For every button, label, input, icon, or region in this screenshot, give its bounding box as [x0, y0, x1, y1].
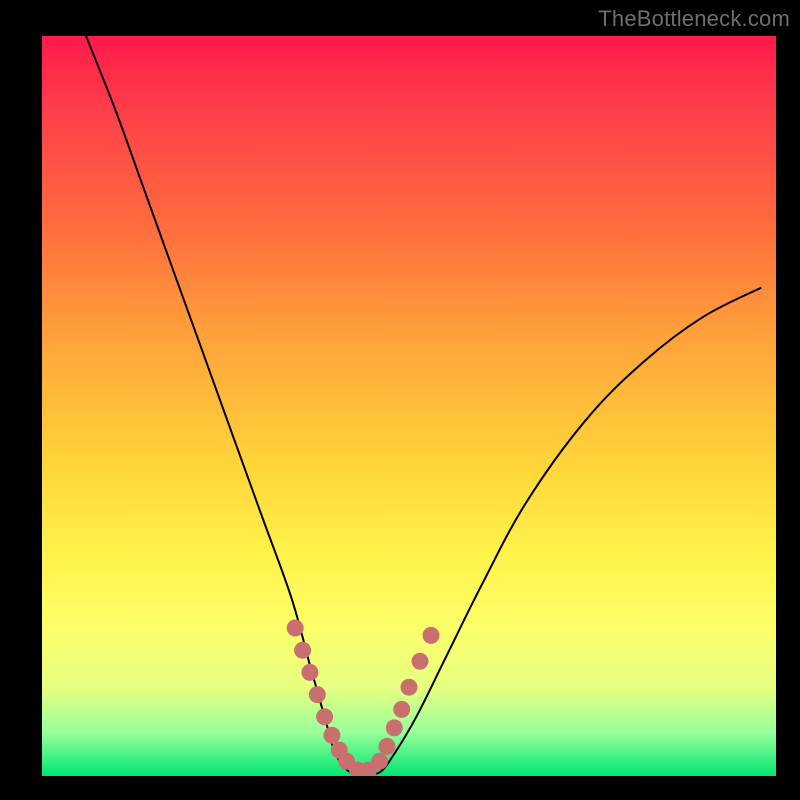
chart-frame: TheBottleneck.com: [0, 0, 800, 800]
highlight-dot: [371, 753, 388, 770]
highlight-dot: [401, 679, 418, 696]
highlight-dot: [393, 701, 410, 718]
chart-svg: [42, 36, 776, 776]
highlight-dot: [301, 664, 318, 681]
highlight-dot: [323, 727, 340, 744]
highlight-dot: [287, 620, 304, 637]
highlight-dot: [423, 627, 440, 644]
highlight-dot: [379, 738, 396, 755]
highlight-dot: [294, 642, 311, 659]
highlight-dot: [412, 653, 429, 670]
watermark-text: TheBottleneck.com: [598, 6, 790, 32]
highlight-dots: [287, 620, 440, 777]
highlight-dot: [309, 686, 326, 703]
highlight-dot: [386, 719, 403, 736]
highlight-dot: [316, 708, 333, 725]
plot-area: [42, 36, 776, 776]
